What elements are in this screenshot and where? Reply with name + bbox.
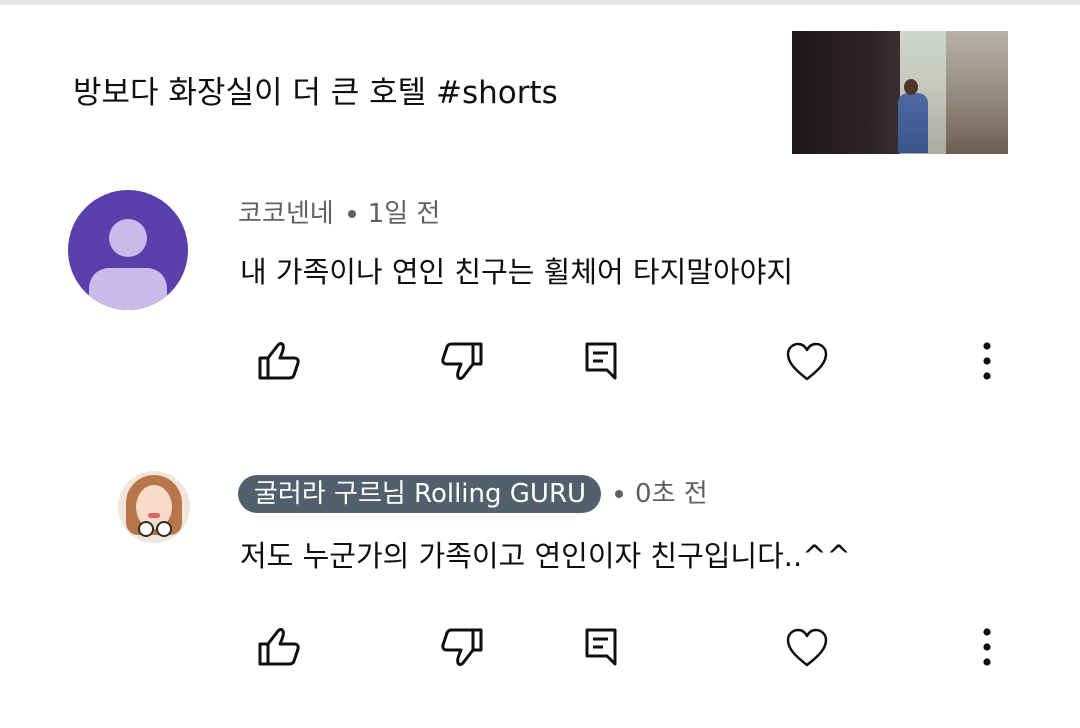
more-vert-icon [983, 342, 991, 380]
dislike-button[interactable] [437, 336, 487, 386]
like-button[interactable] [254, 622, 304, 672]
avatar[interactable] [68, 190, 188, 310]
avatar-glasses-left [138, 521, 154, 537]
avatar[interactable] [118, 471, 190, 543]
comment-text: 내 가족이나 연인 친구는 휠체어 타지말아야지 [240, 255, 794, 289]
heart-button[interactable] [782, 336, 832, 386]
comment: 코코넨네 1일 전 내 가족이나 연인 친구는 휠체어 타지말아야지 [0, 186, 1080, 406]
thumbs-down-icon [441, 628, 483, 666]
separator-dot [347, 210, 356, 218]
thumbs-up-icon [258, 342, 300, 380]
more-options-button[interactable] [962, 622, 1012, 672]
thumbs-up-icon [258, 628, 300, 666]
heart-button[interactable] [782, 622, 832, 672]
comment-author[interactable]: 코코넨네 [238, 196, 334, 232]
thumbs-down-icon [441, 342, 483, 380]
video-thumbnail[interactable] [792, 31, 1008, 154]
avatar-mouth [148, 513, 160, 518]
comment-text: 저도 누군가의 가족이고 연인이자 친구입니다..^^ [240, 539, 851, 573]
dislike-button[interactable] [437, 622, 487, 672]
reply-button[interactable] [576, 336, 626, 386]
thumbnail-door [862, 31, 900, 154]
comment-reply: 굴러라 구르님 Rolling GURU 0초 전 저도 누군가의 가족이고 연… [0, 466, 1080, 728]
comment-actions [0, 336, 1080, 386]
heart-icon [786, 628, 828, 667]
comment-actions [0, 622, 1080, 672]
thumbnail-person-head [904, 79, 918, 95]
more-vert-icon [983, 628, 991, 666]
separator-dot [615, 490, 624, 498]
thumbnail-person [898, 93, 928, 153]
avatar-body-icon [89, 268, 167, 310]
reply-button[interactable] [576, 622, 626, 672]
reply-icon [585, 342, 617, 380]
avatar-head-icon [109, 219, 147, 257]
like-button[interactable] [254, 336, 304, 386]
comment-time: 0초 전 [635, 479, 708, 509]
video-header[interactable]: 방보다 화장실이 더 큰 호텔 #shorts [0, 5, 1080, 165]
thumbnail-room [946, 31, 1008, 154]
more-options-button[interactable] [962, 336, 1012, 386]
comment-meta: 코코넨네 1일 전 [238, 194, 440, 234]
comment-meta: 굴러라 구르님 Rolling GURU 0초 전 [238, 474, 708, 514]
creator-author-badge[interactable]: 굴러라 구르님 Rolling GURU [238, 475, 602, 513]
reply-icon [585, 628, 617, 666]
avatar-glasses-right [156, 521, 172, 537]
heart-icon [786, 342, 828, 381]
video-title[interactable]: 방보다 화장실이 더 큰 호텔 #shorts [73, 73, 558, 113]
comment-time: 1일 전 [367, 199, 441, 229]
